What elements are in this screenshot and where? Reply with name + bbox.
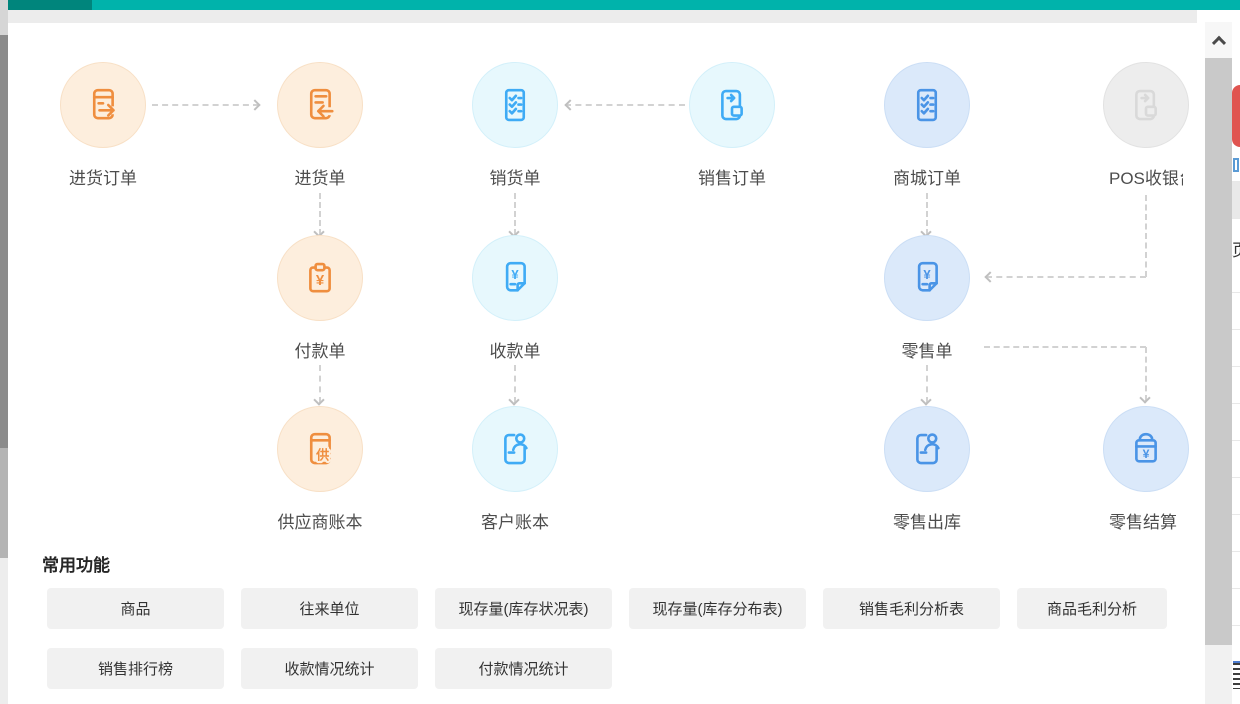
node-circle — [60, 62, 146, 148]
svg-text:¥: ¥ — [511, 267, 519, 282]
quick-button-goods[interactable]: 商品 — [47, 588, 224, 629]
node-label: POS收银台 — [1109, 164, 1183, 189]
connector-dashed — [565, 104, 685, 106]
node-label: 销售订单 — [672, 164, 792, 189]
node-sales-receipt[interactable]: 销货单 — [455, 62, 575, 189]
edge-gray-block — [1232, 182, 1240, 218]
node-label: 商城订单 — [867, 164, 987, 189]
left-edge-strip — [0, 558, 8, 704]
node-pos-checkout[interactable]: POS收银台 — [1086, 62, 1206, 189]
node-circle: ¥ — [277, 235, 363, 321]
connector-dashed — [984, 346, 1146, 348]
quick-button-receipt-stats[interactable]: 收款情况统计 — [241, 648, 418, 689]
node-label: 进货订单 — [43, 164, 163, 189]
svg-text:¥: ¥ — [923, 267, 931, 282]
node-retail-bill[interactable]: ¥ 零售单 — [867, 235, 987, 362]
node-circle — [689, 62, 775, 148]
person-doc-icon — [494, 428, 536, 470]
node-label: 零售单 — [867, 337, 987, 362]
node-label: 零售出库 — [867, 508, 987, 533]
left-edge-strip — [0, 35, 8, 448]
node-customer-ledger[interactable]: 客户账本 — [455, 406, 575, 533]
node-label: 销货单 — [455, 164, 575, 189]
page-corner — [0, 0, 8, 35]
node-circle — [472, 406, 558, 492]
node-circle: 供 — [277, 406, 363, 492]
top-accent-dark-segment — [8, 0, 92, 10]
quick-button-sales-ranking[interactable]: 销售排行榜 — [47, 648, 224, 689]
node-mall-order[interactable]: 商城订单 — [867, 62, 987, 189]
node-sales-order[interactable]: 销售订单 — [672, 62, 792, 189]
register-yen-icon: ¥ — [1125, 428, 1167, 470]
common-functions-title: 常用功能 — [42, 551, 110, 576]
quick-button-stock-distribution[interactable]: 现存量(库存分布表) — [629, 588, 806, 629]
chevron-up-icon — [1211, 36, 1225, 50]
scrollbar-gap — [1205, 10, 1232, 22]
quick-button-goods-profit[interactable]: 商品毛利分析 — [1017, 588, 1167, 629]
person-doc-icon — [906, 428, 948, 470]
doc-transfer-icon — [711, 84, 753, 126]
top-accent-bar — [8, 0, 1240, 10]
quick-button-payment-stats[interactable]: 付款情况统计 — [435, 648, 612, 689]
node-label: 收款单 — [455, 337, 575, 362]
clipboard-yen-icon: ¥ — [299, 257, 341, 299]
node-label: 付款单 — [260, 337, 380, 362]
node-circle: ¥ — [884, 235, 970, 321]
node-payment-bill[interactable]: ¥ 付款单 — [260, 235, 380, 362]
node-circle — [884, 62, 970, 148]
node-retail-outbound[interactable]: 零售出库 — [867, 406, 987, 533]
edge-partial-text: 页 — [1232, 236, 1240, 258]
node-circle — [884, 406, 970, 492]
quick-button-partners[interactable]: 往来单位 — [241, 588, 418, 629]
edge-red-button[interactable] — [1232, 85, 1240, 147]
connector-dashed — [1145, 195, 1147, 277]
svg-text:供: 供 — [315, 447, 329, 463]
node-receipt-bill[interactable]: ¥ 收款单 — [455, 235, 575, 362]
doc-yen-icon: ¥ — [906, 257, 948, 299]
checklist-icon — [906, 84, 948, 126]
checklist-icon — [494, 84, 536, 126]
edge-partial-glyph — [1233, 661, 1240, 689]
node-label: 供应商账本 — [260, 508, 380, 533]
connector-dashed — [986, 276, 1146, 278]
node-supplier-ledger[interactable]: 供 供应商账本 — [260, 406, 380, 533]
dialog-top-strip — [8, 10, 1197, 23]
node-circle: ¥ — [472, 235, 558, 321]
node-label: 客户账本 — [455, 508, 575, 533]
node-purchase-receipt[interactable]: 进货单 — [260, 62, 380, 189]
supplier-book-icon: 供 — [299, 428, 341, 470]
doc-arrow-in-icon — [299, 84, 341, 126]
node-retail-settle[interactable]: ¥ 零售结算 — [1086, 406, 1206, 533]
node-circle — [472, 62, 558, 148]
node-circle — [277, 62, 363, 148]
node-label: 零售结算 — [1109, 508, 1183, 533]
node-label: 进货单 — [260, 164, 380, 189]
scroll-up-button[interactable] — [1205, 22, 1232, 58]
node-purchase-order[interactable]: 进货订单 — [43, 62, 163, 189]
doc-transfer-icon — [1125, 84, 1167, 126]
svg-text:¥: ¥ — [1143, 447, 1150, 461]
node-circle: ¥ — [1103, 406, 1189, 492]
left-edge-strip — [0, 448, 8, 558]
doc-arrow-out-icon — [82, 84, 124, 126]
doc-yen-icon: ¥ — [494, 257, 536, 299]
scrollbar-thumb[interactable] — [1205, 58, 1232, 645]
node-circle — [1103, 62, 1189, 148]
quick-button-sales-profit[interactable]: 销售毛利分析表 — [823, 588, 1000, 629]
edge-partial-icon — [1233, 158, 1239, 172]
quick-button-stock-status[interactable]: 现存量(库存状况表) — [435, 588, 612, 629]
connector-dashed — [152, 104, 259, 106]
svg-text:¥: ¥ — [316, 273, 325, 289]
underlying-page-rows — [1232, 145, 1240, 645]
